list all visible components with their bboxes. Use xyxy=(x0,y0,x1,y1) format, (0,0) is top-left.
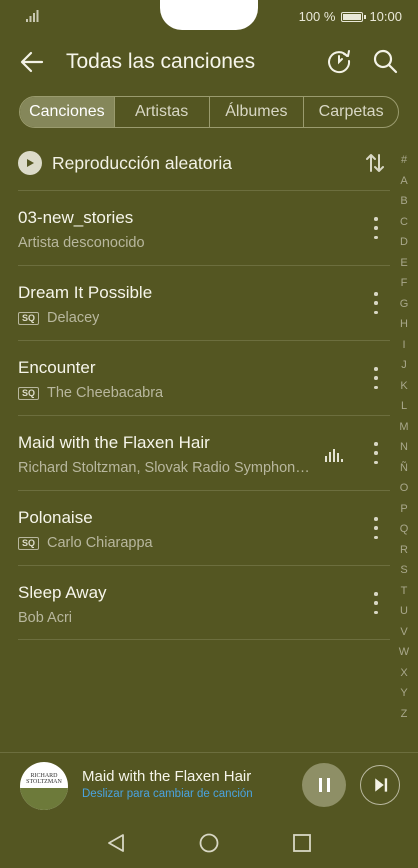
alpha-index-letter[interactable]: B xyxy=(394,195,414,216)
category-tabs: Canciones Artistas Álbumes Carpetas xyxy=(19,96,399,128)
song-subtitle: Bob Acri xyxy=(18,610,72,626)
tab-artistas[interactable]: Artistas xyxy=(115,97,210,127)
album-art-text: RICHARD STOLTZMAN xyxy=(26,773,62,785)
arrow-left-icon[interactable] xyxy=(18,48,46,76)
sort-icon[interactable] xyxy=(364,152,386,174)
more-options-icon[interactable] xyxy=(372,517,380,539)
song-subtitle: Artista desconocido xyxy=(18,235,145,251)
shuffle-label: Reproducción aleatoria xyxy=(52,152,232,173)
battery-percent: 100 % xyxy=(298,9,336,24)
alpha-index-letter[interactable]: A xyxy=(394,175,414,196)
song-row[interactable]: Polonaise SQ Carlo Chiarappa xyxy=(18,490,390,565)
camera-notch xyxy=(160,0,258,30)
alpha-index-letter[interactable]: C xyxy=(394,216,414,237)
song-row[interactable]: Sleep Away Bob Acri xyxy=(18,565,390,640)
song-artist: Artista desconocido xyxy=(18,235,145,251)
alpha-index-letter[interactable]: F xyxy=(394,277,414,298)
alpha-index-letter[interactable]: L xyxy=(394,400,414,421)
sq-badge: SQ xyxy=(18,536,40,550)
alpha-index-letter[interactable]: J xyxy=(394,359,414,380)
song-artist: Delacey xyxy=(47,310,100,326)
status-right: 100 % 10:00 xyxy=(299,9,402,24)
alpha-index-letter[interactable]: K xyxy=(394,380,414,401)
alpha-index-letter[interactable]: Y xyxy=(394,687,414,708)
swipe-hint: Deslizar para cambiar de canción xyxy=(82,788,253,800)
alpha-index-letter[interactable]: # xyxy=(394,154,414,175)
nav-recents-icon[interactable] xyxy=(291,832,313,854)
song-title: 03-new_stories xyxy=(18,208,134,227)
status-bar: 100 % 10:00 xyxy=(0,0,418,34)
alpha-index-letter[interactable]: U xyxy=(394,605,414,626)
tab-albumes[interactable]: Álbumes xyxy=(210,97,305,127)
app-header: Todas las canciones xyxy=(0,36,418,88)
now-playing-equalizer-icon xyxy=(325,449,343,462)
sq-badge: SQ xyxy=(18,386,40,400)
system-nav-bar xyxy=(0,818,418,868)
song-row[interactable]: Encounter SQ The Cheebacabra xyxy=(18,340,390,415)
album-art[interactable]: RICHARD STOLTZMAN xyxy=(20,762,68,810)
song-title: Polonaise xyxy=(18,508,93,527)
song-artist: The Cheebacabra xyxy=(47,385,164,401)
alpha-index-letter[interactable]: S xyxy=(394,564,414,585)
alpha-index-letter[interactable]: D xyxy=(394,236,414,257)
song-title: Encounter xyxy=(18,358,96,377)
song-list: 03-new_stories Artista desconocido Dream… xyxy=(18,190,390,640)
play-icon xyxy=(18,151,42,175)
signal-icon xyxy=(26,10,39,22)
more-options-icon[interactable] xyxy=(372,442,380,464)
alpha-index-letter[interactable]: E xyxy=(394,257,414,278)
search-icon[interactable] xyxy=(372,48,398,74)
alpha-index-letter[interactable]: T xyxy=(394,585,414,606)
nav-home-icon[interactable] xyxy=(198,832,220,854)
nav-back-icon[interactable] xyxy=(105,832,127,854)
sq-badge: SQ xyxy=(18,311,40,325)
alpha-index-letter[interactable]: Q xyxy=(394,523,414,544)
song-subtitle: SQ Delacey xyxy=(18,310,99,326)
more-options-icon[interactable] xyxy=(372,367,380,389)
now-playing-title: Maid with the Flaxen Hair xyxy=(82,768,252,785)
now-playing-bar[interactable]: RICHARD STOLTZMAN Maid with the Flaxen H… xyxy=(0,752,418,818)
tab-carpetas[interactable]: Carpetas xyxy=(304,97,398,127)
skip-next-icon[interactable] xyxy=(360,765,400,805)
shuffle-play-row[interactable]: Reproducción aleatoria xyxy=(18,144,390,182)
song-artist: Bob Acri xyxy=(18,610,72,626)
refresh-icon[interactable] xyxy=(326,48,352,74)
song-artist: Richard Stoltzman, Slovak Radio Symphony… xyxy=(18,460,314,476)
alpha-index-letter[interactable]: Ñ xyxy=(394,462,414,483)
alpha-index-letter[interactable]: H xyxy=(394,318,414,339)
more-options-icon[interactable] xyxy=(372,592,380,614)
song-row[interactable]: Dream It Possible SQ Delacey xyxy=(18,265,390,340)
alpha-index-letter[interactable]: X xyxy=(394,667,414,688)
song-subtitle: Richard Stoltzman, Slovak Radio Symphony… xyxy=(18,460,314,476)
alpha-index-letter[interactable]: Z xyxy=(394,708,414,729)
alpha-index-letter[interactable]: G xyxy=(394,298,414,319)
song-title: Dream It Possible xyxy=(18,283,153,302)
song-title: Maid with the Flaxen Hair xyxy=(18,433,210,452)
page-title: Todas las canciones xyxy=(66,50,256,73)
alpha-index-letter[interactable]: I xyxy=(394,339,414,360)
alphabet-index[interactable]: # A B C D E F G H I J K L M N Ñ O P Q R … xyxy=(394,154,414,728)
song-row[interactable]: Maid with the Flaxen Hair Richard Stoltz… xyxy=(18,415,390,490)
pause-icon[interactable] xyxy=(302,763,346,807)
song-title: Sleep Away xyxy=(18,583,107,602)
clock: 10:00 xyxy=(369,9,402,24)
song-row[interactable]: 03-new_stories Artista desconocido xyxy=(18,190,390,265)
alpha-index-letter[interactable]: P xyxy=(394,503,414,524)
song-artist: Carlo Chiarappa xyxy=(47,535,153,551)
alpha-index-letter[interactable]: M xyxy=(394,421,414,442)
alpha-index-letter[interactable]: O xyxy=(394,482,414,503)
battery-icon xyxy=(341,11,367,22)
song-subtitle: SQ The Cheebacabra xyxy=(18,385,163,401)
tab-canciones[interactable]: Canciones xyxy=(20,97,115,127)
alpha-index-letter[interactable]: V xyxy=(394,626,414,647)
song-subtitle: SQ Carlo Chiarappa xyxy=(18,535,153,551)
alpha-index-letter[interactable]: W xyxy=(394,646,414,667)
alpha-index-letter[interactable]: N xyxy=(394,441,414,462)
more-options-icon[interactable] xyxy=(372,217,380,239)
alpha-index-letter[interactable]: R xyxy=(394,544,414,565)
more-options-icon[interactable] xyxy=(372,292,380,314)
